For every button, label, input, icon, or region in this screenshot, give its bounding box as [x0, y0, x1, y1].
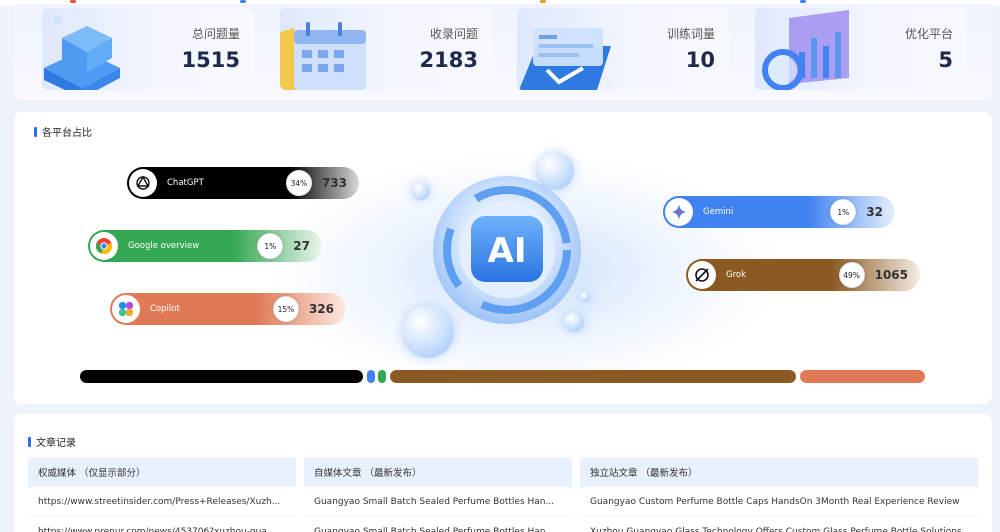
platform-pill-chatgpt[interactable]: ChatGPT 34% 733	[127, 167, 359, 199]
stat-label: 优化平台	[904, 27, 953, 41]
records-column-authority-media: 权威媒体 （仅显示部分） https://www.streetinsider.c…	[28, 457, 296, 532]
stat-label: 训练词量	[666, 27, 715, 41]
distribution-segment-chatgpt	[80, 370, 363, 383]
platform-count: 733	[321, 176, 347, 190]
section-title: 各平台占比	[34, 124, 92, 139]
platform-percent: 49%	[838, 262, 865, 288]
platform-pill-gemini[interactable]: Gemini 1% 32	[663, 196, 895, 228]
distribution-segment-copilot	[800, 370, 925, 383]
cube-stack-icon	[44, 16, 120, 90]
stat-value: 10	[685, 48, 715, 72]
article-link[interactable]: Guangyao Small Batch Sealed Perfume Bott…	[304, 517, 572, 532]
section-title-text: 各平台占比	[42, 128, 92, 139]
distribution-segment-grok	[390, 370, 796, 383]
stat-value: 1515	[181, 48, 240, 72]
section-title: 文章记录	[28, 434, 76, 449]
stat-label: 收录问题	[429, 27, 478, 41]
article-link[interactable]: Xuzhou Guangyao Glass Technology Offers …	[580, 517, 978, 532]
section-title-text: 文章记录	[36, 438, 76, 449]
stat-indexed-questions: 收录问题 2183	[280, 8, 492, 90]
ai-badge: AI	[433, 176, 581, 324]
platform-count: 1065	[874, 268, 908, 282]
platform-share-panel: 各平台占比 AI ChatGPT 34% 733 Google overview…	[14, 112, 992, 404]
platform-count: 27	[293, 239, 310, 253]
gemini-icon	[665, 198, 693, 226]
platform-pill-copilot[interactable]: Copilot 15% 326	[110, 293, 346, 325]
ai-badge-text: AI	[488, 231, 527, 271]
stat-total-questions: 总问题量 1515	[42, 8, 254, 90]
article-link[interactable]: https://www.streetinsider.com/Press+Rele…	[28, 487, 296, 517]
stats-panel: 总问题量 1515 收录问题 2183 训练词量 10 优化平台 5	[14, 4, 992, 100]
column-header: 权威媒体 （仅显示部分）	[28, 457, 296, 487]
stat-optimized-platforms: 优化平台 5	[755, 8, 967, 90]
magnifier-chart-icon	[762, 10, 849, 90]
copilot-icon	[112, 295, 140, 323]
document-card-icon	[519, 28, 614, 90]
platform-name: ChatGPT	[167, 178, 204, 188]
platform-count: 32	[866, 205, 883, 219]
chatgpt-icon	[129, 169, 157, 197]
platform-percent: 1%	[830, 199, 857, 225]
grok-icon	[688, 261, 716, 289]
article-link[interactable]: https://www.prenur.com/news/453706?xuzho…	[28, 517, 296, 532]
calendar-icon	[280, 22, 366, 90]
platform-pill-grok[interactable]: Grok 49% 1065	[686, 259, 920, 291]
stat-value: 5	[938, 48, 953, 72]
platform-name: Google overview	[128, 241, 200, 251]
platform-name: Copilot	[150, 304, 180, 314]
stat-label: 总问题量	[191, 27, 240, 41]
distribution-segment-gemini	[367, 370, 375, 383]
platform-percent: 34%	[285, 170, 312, 196]
platform-count: 326	[308, 302, 334, 316]
column-header: 独立站文章 （最新发布）	[580, 457, 978, 487]
chrome-icon	[90, 232, 118, 260]
distribution-segment-google-overview	[378, 370, 386, 383]
platform-percent: 1%	[257, 233, 284, 259]
article-link[interactable]: Guangyao Small Batch Sealed Perfume Bott…	[304, 487, 572, 517]
records-column-self-media: 自媒体文章 （最新发布） Guangyao Small Batch Sealed…	[304, 457, 572, 532]
platform-pill-google-overview[interactable]: Google overview 1% 27	[88, 230, 322, 262]
column-header: 自媒体文章 （最新发布）	[304, 457, 572, 487]
platform-name: Gemini	[703, 207, 734, 217]
stat-value: 2183	[419, 48, 478, 72]
platform-name: Grok	[726, 270, 747, 280]
article-records-panel: 文章记录 权威媒体 （仅显示部分） https://www.streetinsi…	[14, 414, 992, 532]
records-column-independent-site: 独立站文章 （最新发布） Guangyao Custom Perfume Bot…	[580, 457, 978, 532]
article-link[interactable]: Guangyao Custom Perfume Bottle Caps Hand…	[580, 487, 978, 517]
platform-percent: 15%	[272, 296, 299, 322]
stat-training-words: 训练词量 10	[517, 8, 729, 90]
